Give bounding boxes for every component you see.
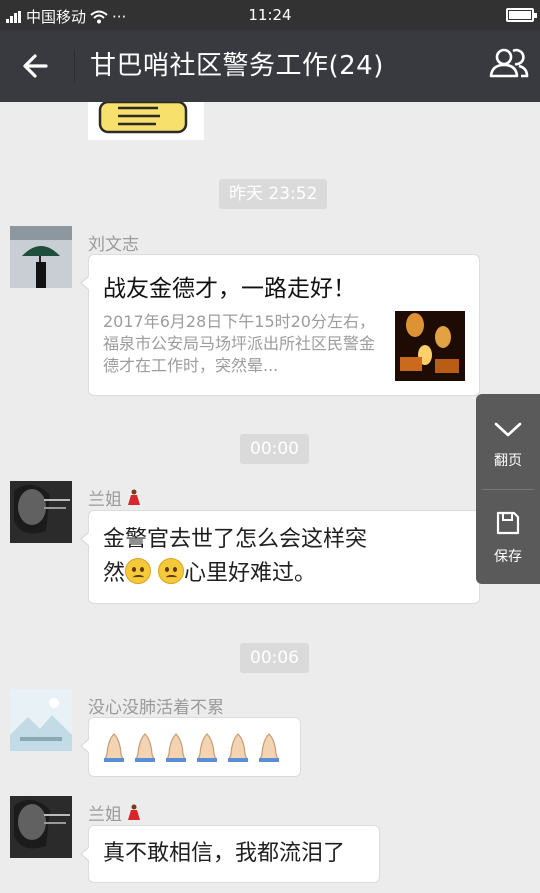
sender-name: 刘文志: [88, 230, 139, 255]
link-card-bubble[interactable]: 战友金德才，一路走好！ 2017年6月28日下午15时20分左右，福泉市公安局马…: [80, 254, 480, 396]
page-title: 甘巴哨社区警务工作(24): [90, 51, 384, 81]
timestamp: 00:06: [240, 643, 309, 673]
group-members-button[interactable]: [486, 42, 532, 88]
thumbs-up-sticker-icon: [98, 102, 188, 134]
folded-hands-icon: [161, 732, 191, 762]
sender-name: 兰姐: [88, 485, 142, 510]
clock: 11:24: [248, 6, 292, 24]
status-bar: 中国移动 ··· 11:24: [0, 0, 540, 30]
avatar[interactable]: [10, 226, 72, 288]
floating-side-panel: 翻页 保存: [476, 394, 540, 584]
avatar-umbrella-image: [10, 226, 72, 288]
chat-header: 甘巴哨社区警务工作(24): [0, 30, 540, 102]
message-bubble[interactable]: 金警官去世了怎么会这样突 然 心里好难过。: [80, 510, 480, 604]
dancer-emoji-icon: [128, 804, 140, 820]
avatar-landscape-image: [10, 689, 72, 751]
avatar[interactable]: [10, 689, 72, 751]
folded-hands-icon: [254, 732, 284, 762]
avatar[interactable]: [10, 796, 72, 858]
timestamp: 00:00: [240, 434, 309, 464]
sender-name: 没心没肺活着不累: [88, 693, 224, 718]
folded-hands-icon: [192, 732, 222, 762]
folded-hands-icon: [223, 732, 253, 762]
save-icon: [496, 511, 520, 535]
page-turn-label: 翻页: [494, 453, 522, 469]
emoji-bubble[interactable]: [80, 717, 301, 777]
message-bubble[interactable]: 真不敢相信，我都流泪了: [80, 825, 380, 883]
sender-name: 兰姐: [88, 800, 142, 825]
link-description: 2017年6月28日下午15时20分左右，福泉市公安局马场坪派出所社区民警金德才…: [103, 312, 376, 375]
message-text: 真不敢相信，我都流泪了: [103, 841, 346, 866]
save-button[interactable]: 保存: [476, 490, 540, 584]
sticker-image[interactable]: [88, 102, 204, 140]
chat-messages[interactable]: 昨天 23:52 刘文志 战友金德才，一路走好！ 2017年6月28日下午15时…: [0, 102, 540, 893]
group-members-icon: [489, 48, 529, 78]
folded-hands-icon: [99, 732, 129, 762]
message-text: 然: [103, 561, 126, 586]
sad-face-icon: [125, 558, 152, 584]
timestamp: 昨天 23:52: [219, 179, 328, 209]
sender-name-text: 没心没肺活着不累: [88, 698, 224, 718]
back-button[interactable]: [14, 44, 58, 88]
sender-name-text: 兰姐: [88, 805, 122, 825]
battery-icon: [506, 8, 537, 22]
sender-name-text: 刘文志: [88, 235, 139, 255]
link-thumbnail: [395, 311, 465, 381]
link-title: 战友金德才，一路走好！: [103, 276, 356, 302]
candles-image: [395, 311, 465, 381]
dancer-emoji-icon: [128, 489, 140, 505]
worried-face-icon: [158, 558, 185, 584]
avatar[interactable]: [10, 481, 72, 543]
message-text: 心里好难过。: [184, 561, 317, 586]
header-divider: [74, 50, 75, 82]
avatar-portrait-image: [10, 796, 72, 858]
folded-hands-icon: [130, 732, 160, 762]
message-text: 金警官去世了怎么会这样突: [103, 527, 368, 552]
chevron-down-icon: [494, 422, 522, 437]
arrow-left-icon: [23, 54, 48, 78]
page-turn-button[interactable]: 翻页: [476, 394, 540, 488]
save-label: 保存: [494, 549, 522, 565]
avatar-portrait-image: [10, 481, 72, 543]
sender-name-text: 兰姐: [88, 490, 122, 510]
